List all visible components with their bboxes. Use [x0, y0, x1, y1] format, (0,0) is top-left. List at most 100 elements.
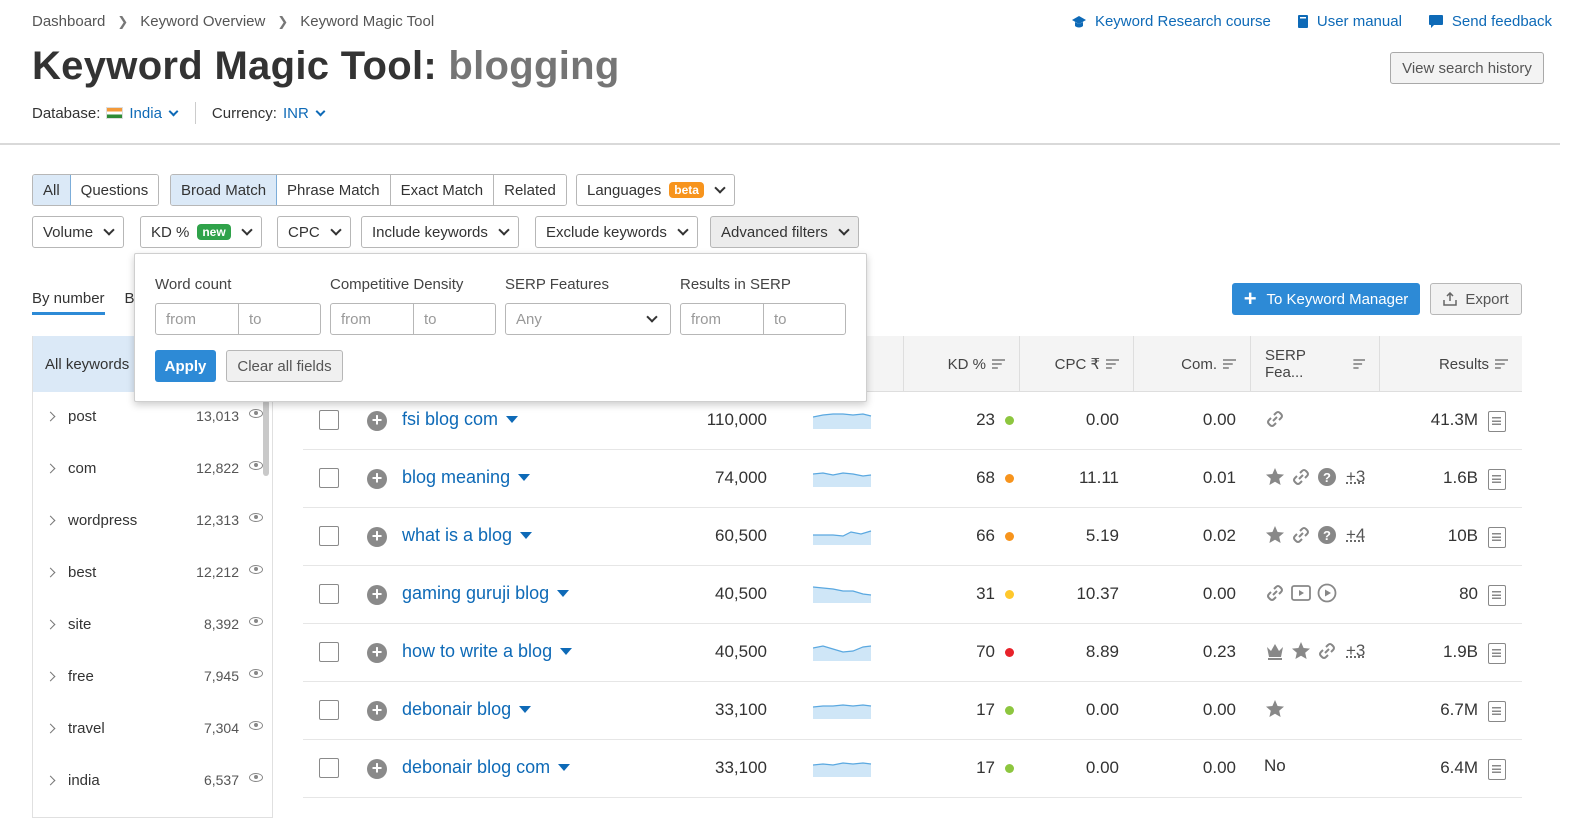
results-in-serp-from-input[interactable]: from	[681, 304, 763, 334]
more-serp-features-link[interactable]: +4	[1346, 525, 1365, 545]
competitive-density-from-input[interactable]: from	[331, 304, 413, 334]
column-header-com[interactable]: Com.	[1133, 336, 1250, 392]
tab-all[interactable]: All	[33, 175, 71, 205]
clear-all-fields-button[interactable]: Clear all fields	[226, 350, 343, 382]
row-checkbox[interactable]	[319, 410, 339, 430]
caret-down-icon[interactable]	[520, 532, 533, 539]
caret-down-icon[interactable]	[558, 764, 571, 771]
caret-down-icon[interactable]	[506, 416, 519, 423]
caret-down-icon[interactable]	[560, 648, 573, 655]
tab-broad-match[interactable]: Broad Match	[171, 175, 278, 205]
column-header-results[interactable]: Results	[1379, 336, 1522, 392]
send-feedback-link[interactable]: Send feedback	[1428, 13, 1552, 30]
export-button[interactable]: Export	[1430, 283, 1522, 315]
add-to-list-icon[interactable]: +	[367, 759, 387, 779]
to-keyword-manager-button[interactable]: + To Keyword Manager	[1232, 283, 1420, 315]
chevron-right-icon[interactable]	[45, 619, 56, 629]
sidebar-item[interactable]: india 6,537	[33, 754, 263, 806]
add-to-list-icon[interactable]: +	[367, 469, 387, 489]
tab-phrase-match[interactable]: Phrase Match	[277, 175, 391, 205]
sidebar-item[interactable]: free 7,945	[33, 650, 263, 702]
sidebar-scrollbar[interactable]	[263, 400, 269, 476]
include-keywords-filter[interactable]: Include keywords	[361, 216, 519, 248]
serp-features-select[interactable]: Any	[505, 303, 671, 335]
chevron-right-icon[interactable]	[45, 515, 56, 525]
sidebar-item[interactable]: site 8,392	[33, 598, 263, 650]
tab-exact-match[interactable]: Exact Match	[390, 175, 495, 205]
caret-down-icon[interactable]	[557, 590, 570, 597]
eye-icon[interactable]	[249, 720, 263, 730]
row-checkbox[interactable]	[319, 526, 339, 546]
more-serp-features-link[interactable]: +3	[1346, 641, 1365, 661]
chevron-right-icon[interactable]	[45, 567, 56, 577]
row-checkbox[interactable]	[319, 468, 339, 488]
chevron-right-icon[interactable]	[45, 463, 56, 473]
sidebar-item[interactable]: travel 7,304	[33, 702, 263, 754]
sidebar-item[interactable]: best 12,212	[33, 546, 263, 598]
word-count-from-input[interactable]: from	[156, 304, 238, 334]
add-to-list-icon[interactable]: +	[367, 701, 387, 721]
advanced-filters-button[interactable]: Advanced filters	[710, 216, 859, 248]
eye-icon[interactable]	[249, 772, 263, 782]
database-select[interactable]: India	[129, 105, 179, 122]
sidebar-item[interactable]: com 12,822	[33, 442, 263, 494]
caret-down-icon[interactable]	[518, 474, 531, 481]
breadcrumb-dashboard[interactable]: Dashboard	[32, 13, 105, 30]
row-checkbox[interactable]	[319, 584, 339, 604]
add-to-list-icon[interactable]: +	[367, 585, 387, 605]
add-to-list-icon[interactable]: +	[367, 643, 387, 663]
eye-icon[interactable]	[249, 668, 263, 678]
view-search-history-button[interactable]: View search history	[1390, 52, 1544, 84]
serp-document-icon[interactable]	[1488, 759, 1506, 780]
keyword-link[interactable]: debonair blog com	[402, 757, 571, 778]
volume-filter[interactable]: Volume	[32, 216, 125, 248]
keyword-link[interactable]: gaming guruji blog	[402, 583, 570, 604]
chevron-right-icon[interactable]	[45, 671, 56, 681]
eye-icon[interactable]	[249, 616, 263, 626]
row-checkbox[interactable]	[319, 700, 339, 720]
more-serp-features-link[interactable]: +3	[1346, 467, 1365, 487]
column-header-kd[interactable]: KD %	[903, 336, 1019, 392]
currency-select[interactable]: INR	[283, 105, 326, 122]
tab-by-number[interactable]: By number	[32, 290, 105, 315]
serp-document-icon[interactable]	[1488, 585, 1506, 606]
add-to-list-icon[interactable]: +	[367, 527, 387, 547]
results-in-serp-to-input[interactable]: to	[763, 304, 845, 334]
keyword-link[interactable]: how to write a blog	[402, 641, 573, 662]
serp-document-icon[interactable]	[1488, 701, 1506, 722]
row-checkbox[interactable]	[319, 642, 339, 662]
cpc-filter[interactable]: CPC	[277, 216, 351, 248]
caret-down-icon[interactable]	[519, 706, 532, 713]
keyword-link[interactable]: fsi blog com	[402, 409, 519, 430]
serp-document-icon[interactable]	[1488, 469, 1506, 490]
breadcrumb-keyword-overview[interactable]: Keyword Overview	[140, 13, 265, 30]
languages-dropdown[interactable]: Languages beta	[576, 174, 735, 206]
eye-icon[interactable]	[249, 408, 263, 418]
eye-icon[interactable]	[249, 512, 263, 522]
keyword-research-course-link[interactable]: Keyword Research course	[1071, 13, 1271, 30]
serp-document-icon[interactable]	[1488, 411, 1506, 432]
word-count-to-input[interactable]: to	[238, 304, 320, 334]
tab-questions[interactable]: Questions	[70, 175, 159, 205]
add-to-list-icon[interactable]: +	[367, 411, 387, 431]
sidebar-item[interactable]: wordpress 12,313	[33, 494, 263, 546]
column-header-cpc[interactable]: CPC ₹	[1019, 336, 1133, 392]
tab-related[interactable]: Related	[494, 175, 566, 205]
chevron-right-icon[interactable]	[45, 723, 56, 733]
eye-icon[interactable]	[249, 460, 263, 470]
user-manual-link[interactable]: User manual	[1297, 13, 1402, 30]
exclude-keywords-filter[interactable]: Exclude keywords	[535, 216, 698, 248]
row-checkbox[interactable]	[319, 758, 339, 778]
chevron-right-icon[interactable]	[45, 411, 56, 421]
keyword-link[interactable]: what is a blog	[402, 525, 533, 546]
column-header-serp[interactable]: SERP Fea...	[1250, 336, 1379, 392]
keyword-link[interactable]: debonair blog	[402, 699, 532, 720]
serp-document-icon[interactable]	[1488, 643, 1506, 664]
competitive-density-to-input[interactable]: to	[413, 304, 495, 334]
eye-icon[interactable]	[249, 564, 263, 574]
chevron-right-icon[interactable]	[45, 775, 56, 785]
serp-document-icon[interactable]	[1488, 527, 1506, 548]
keyword-link[interactable]: blog meaning	[402, 467, 531, 488]
kd-filter[interactable]: KD % new	[140, 216, 262, 248]
apply-button[interactable]: Apply	[155, 350, 216, 382]
